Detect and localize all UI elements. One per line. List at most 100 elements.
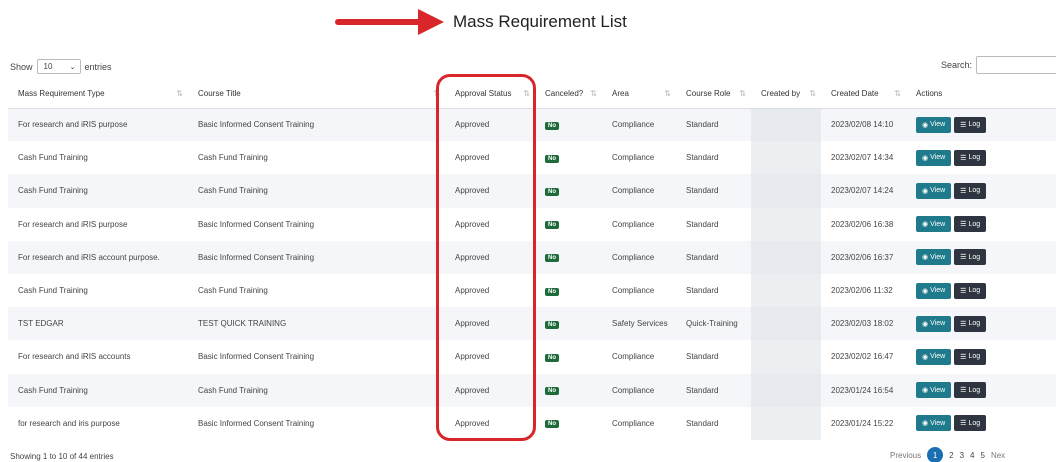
log-button[interactable]: ☰ Log xyxy=(954,182,987,199)
next-page-button[interactable]: Nex xyxy=(991,451,1005,460)
column-header-label: Course Role xyxy=(686,89,731,99)
page-length-select[interactable]: 10 ⌄ xyxy=(36,59,81,74)
sort-icon[interactable]: ⇅ xyxy=(176,89,183,98)
col-canceled-header[interactable]: Canceled? ⇅ xyxy=(535,80,602,109)
col-course-role-header[interactable]: Course Role ⇅ xyxy=(676,80,751,109)
show-label: Show xyxy=(10,61,33,72)
cell-created-by xyxy=(751,207,821,241)
col-approval-status-header[interactable]: Approval Status ⇅ xyxy=(445,80,535,109)
view-button[interactable]: ◉ View xyxy=(916,415,952,432)
cell-type: for research and iris purpose xyxy=(18,418,120,428)
list-icon: ☰ xyxy=(960,353,967,361)
red-arrow-annotation-icon xyxy=(335,9,444,35)
view-button[interactable]: ◉ View xyxy=(916,348,952,365)
page-button-2[interactable]: 2 xyxy=(949,451,953,460)
log-button-label: Log xyxy=(968,353,981,361)
view-button-label: View xyxy=(930,419,946,427)
canceled-badge: No xyxy=(545,320,559,329)
eye-icon: ◉ xyxy=(922,287,929,295)
cell-type: Cash Fund Training xyxy=(18,186,88,196)
col-created-date-header[interactable]: Created Date ⇅ xyxy=(821,80,906,109)
view-button[interactable]: ◉ View xyxy=(916,116,952,133)
view-button-label: View xyxy=(930,287,946,295)
search-input[interactable] xyxy=(976,56,1056,74)
log-button[interactable]: ☰ Log xyxy=(954,149,987,166)
cell-canceled: No xyxy=(535,340,602,373)
cell-area: Compliance xyxy=(612,120,655,130)
list-icon: ☰ xyxy=(960,187,967,195)
sort-icon[interactable]: ⇅ xyxy=(523,89,530,98)
view-button[interactable]: ◉ View xyxy=(916,282,952,299)
cell-area: Safety Services xyxy=(612,319,668,329)
log-button[interactable]: ☰ Log xyxy=(954,382,987,399)
cell-area: Compliance xyxy=(612,418,655,428)
cell-created-by xyxy=(751,406,821,440)
list-icon: ☰ xyxy=(960,287,967,295)
page-button-5[interactable]: 5 xyxy=(980,451,984,460)
log-button[interactable]: ☰ Log xyxy=(954,216,987,233)
canceled-badge: No xyxy=(545,121,559,130)
view-button[interactable]: ◉ View xyxy=(916,182,952,199)
sort-icon[interactable]: ⇅ xyxy=(433,89,440,98)
log-button[interactable]: ☰ Log xyxy=(954,249,987,266)
cell-approval-status: Approved xyxy=(455,219,490,229)
column-header-label: Course Title xyxy=(198,89,241,99)
table-body: For research and iRIS purpose Basic Infor… xyxy=(8,108,1056,440)
page-button-1[interactable]: 1 xyxy=(927,447,944,462)
log-button[interactable]: ☰ Log xyxy=(954,415,987,432)
list-icon: ☰ xyxy=(960,221,967,229)
eye-icon: ◉ xyxy=(922,121,929,129)
log-button[interactable]: ☰ Log xyxy=(954,282,987,299)
cell-actions: ◉ View ☰ Log xyxy=(906,141,1056,174)
col-created-by-header[interactable]: Created by ⇅ xyxy=(751,80,821,109)
search-control: Search: xyxy=(941,56,1056,74)
view-button[interactable]: ◉ View xyxy=(916,249,952,266)
search-label: Search: xyxy=(941,60,973,70)
cell-created-by xyxy=(751,240,821,274)
eye-icon: ◉ xyxy=(922,353,929,361)
view-button[interactable]: ◉ View xyxy=(916,149,952,166)
page-button-3[interactable]: 3 xyxy=(960,451,964,460)
previous-page-button[interactable]: Previous xyxy=(890,451,921,460)
cell-course-title: Cash Fund Training xyxy=(198,286,268,296)
column-header-label: Approval Status xyxy=(455,89,512,99)
sort-icon[interactable]: ⇅ xyxy=(664,89,671,98)
cell-created-date: 2023/02/06 11:32 xyxy=(831,286,893,296)
cell-created-date: 2023/01/24 15:22 xyxy=(831,418,894,428)
cell-actions: ◉ View ☰ Log xyxy=(906,340,1056,373)
table-row: Cash Fund Training Cash Fund Training Appr… xyxy=(8,373,1056,407)
table-header-row: Mass Requirement Type ⇅ Course Title ⇅ Appro… xyxy=(8,80,1056,109)
cell-canceled: No xyxy=(535,141,602,174)
col-mass-requirement-type-header[interactable]: Mass Requirement Type ⇅ xyxy=(8,80,188,109)
log-button-label: Log xyxy=(968,253,981,261)
cell-canceled: No xyxy=(535,241,602,274)
view-button[interactable]: ◉ View xyxy=(916,315,952,332)
cell-type: Cash Fund Training xyxy=(18,385,88,395)
sort-icon[interactable]: ⇅ xyxy=(809,89,816,98)
page-button-4[interactable]: 4 xyxy=(970,451,974,460)
col-area-header[interactable]: Area ⇅ xyxy=(602,80,676,109)
view-button[interactable]: ◉ View xyxy=(916,216,952,233)
cell-actions: ◉ View ☰ Log xyxy=(906,241,1056,274)
cell-created-by xyxy=(751,108,821,142)
log-button-label: Log xyxy=(968,320,981,328)
title-bar: Mass Requirement List xyxy=(0,0,1056,44)
sort-icon[interactable]: ⇅ xyxy=(590,89,597,98)
cell-type: Cash Fund Training xyxy=(18,286,88,296)
cell-canceled: No xyxy=(535,174,602,207)
log-button[interactable]: ☰ Log xyxy=(954,315,987,332)
pagination: Previous 1 2 3 4 5 Nex xyxy=(890,447,1005,462)
page-length-control: Show 10 ⌄ entries xyxy=(10,59,112,74)
column-header-label: Area xyxy=(612,89,629,99)
sort-icon[interactable]: ⇅ xyxy=(739,89,746,98)
sort-icon[interactable]: ⇅ xyxy=(894,89,901,98)
view-button-label: View xyxy=(930,187,946,195)
cell-actions: ◉ View ☰ Log xyxy=(906,407,1056,440)
cell-actions: ◉ View ☰ Log xyxy=(906,208,1056,241)
col-course-title-header[interactable]: Course Title ⇅ xyxy=(188,80,445,109)
log-button[interactable]: ☰ Log xyxy=(954,348,987,365)
entries-label: entries xyxy=(84,61,112,72)
cell-created-by xyxy=(751,307,821,341)
log-button[interactable]: ☰ Log xyxy=(954,116,987,133)
view-button[interactable]: ◉ View xyxy=(916,382,952,399)
